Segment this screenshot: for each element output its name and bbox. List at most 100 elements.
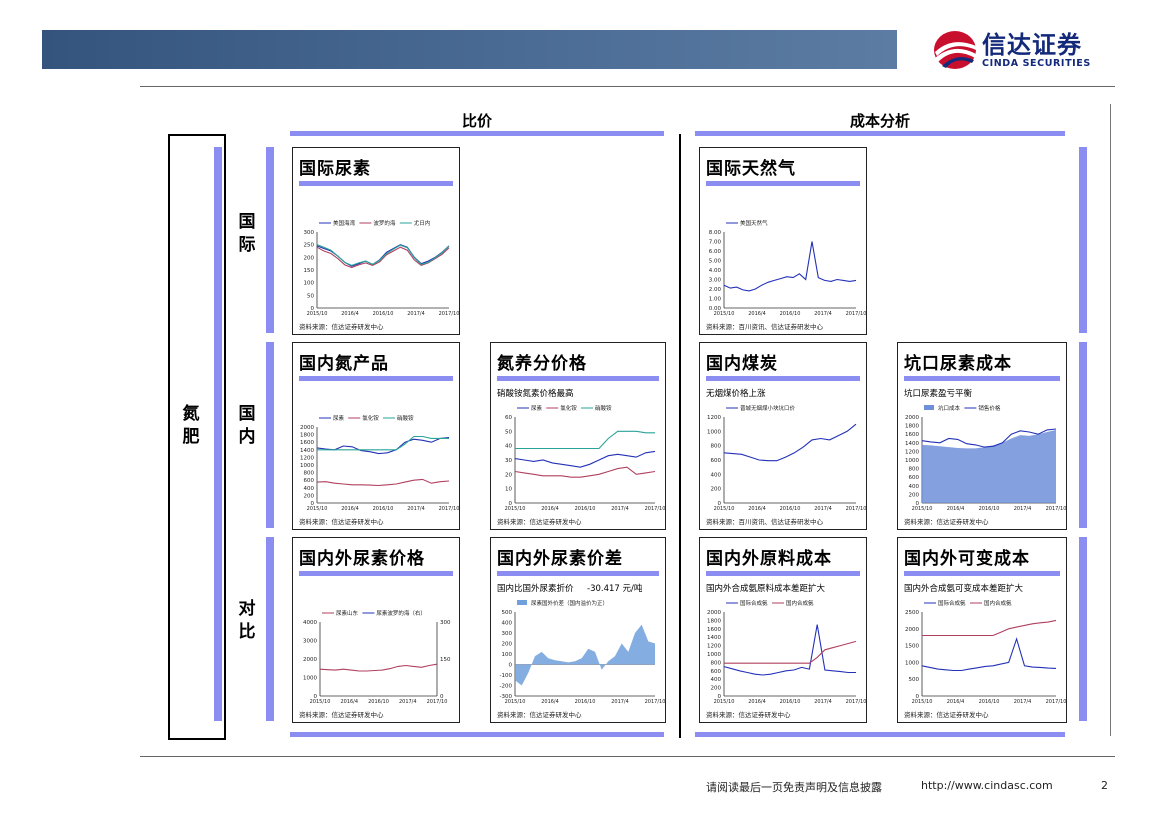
series-line — [724, 640, 857, 664]
series-line — [723, 624, 856, 676]
row3-accent-left — [266, 537, 274, 721]
x-tick-label: 2017/4 — [1014, 506, 1032, 512]
y-tick-label: 100 — [502, 652, 513, 658]
cinda-logo: 信达证券 CINDA SECURITIES — [932, 28, 1132, 73]
y-tick-label: 600 — [304, 478, 315, 484]
x-tick-label: 2016/4 — [541, 506, 559, 512]
row-label-domestic: 国内 — [238, 404, 256, 447]
series-line — [317, 435, 449, 451]
y-tick-label: 400 — [711, 677, 722, 683]
x-tick-label: 2015/10 — [714, 311, 735, 317]
series-line — [319, 663, 438, 672]
chart-svg: 晋城无烟煤小块坑口价0200400600800100012002015/10 20… — [707, 404, 866, 512]
y-tick-label: 2000 — [905, 415, 919, 421]
y-tick-label: 1000 — [707, 652, 721, 658]
x-tick-label: 2017/10 — [846, 699, 866, 705]
y-tick-label: 2500 — [905, 610, 919, 616]
y-tick-label: 4000 — [303, 620, 317, 626]
legend-label: 尿素国外价差（国内溢价为正） — [531, 599, 608, 607]
x-tick-label: 2016/4 — [748, 506, 766, 512]
x-tick-label: 2017/10 — [427, 699, 448, 705]
series-line — [723, 241, 857, 292]
panel-intl-urea: 国际尿素 资料来源：信达证券研发中心 美国海湾 波罗的海 尤日内 0 50 100 150 2… — [292, 147, 460, 335]
footer-url[interactable]: http://www.cindasc.com — [921, 779, 1053, 792]
legend-label: 硝酸铵 — [397, 414, 414, 422]
chart-svg: 国际合成氨 国内合成氨050010001500200025002015/10 201… — [905, 599, 1066, 705]
legend-label: 尿素 — [531, 404, 543, 412]
y-tick-label: 1600 — [300, 440, 314, 446]
panel-feedstock-cost: 国内外原料成本 国内外合成氨原料成本差距扩大 资料来源：信达证券研发中心 国际合… — [699, 537, 867, 723]
x-tick-label: 2017/4 — [611, 506, 629, 512]
section-bar-left — [290, 131, 664, 136]
y-tick-label: -200 — [500, 684, 513, 690]
legend-label: 尿素山东 — [336, 609, 359, 617]
x-tick-label: 2015/10 — [307, 506, 328, 512]
x-tick-label: 2017/4 — [407, 506, 425, 512]
y2-tick-label: 300 — [440, 620, 451, 626]
y-tick-label: 1.00 — [709, 297, 722, 303]
y-tick-label: 1000 — [300, 463, 314, 469]
bottom-rule — [140, 756, 1115, 757]
x-tick-label: 2017/4 — [814, 311, 832, 317]
series-line — [316, 437, 450, 455]
x-tick-label: 2016/10 — [979, 506, 1000, 512]
x-tick-label: 2016/4 — [748, 311, 766, 317]
x-tick-label: 2017/4 — [399, 699, 417, 705]
x-tick-label: 2016/4 — [541, 699, 559, 705]
y-tick-label: 1000 — [707, 429, 721, 435]
y-tick-label: 1000 — [905, 660, 919, 666]
chart-svg: 国际合成氨 国内合成氨020040060080010001200140016001… — [707, 599, 866, 705]
x-tick-label: 2017/10 — [439, 311, 459, 317]
x-tick-label: 2016/10 — [373, 506, 394, 512]
x-tick-label: 2016/10 — [780, 311, 801, 317]
panel-intl-natgas: 国际天然气 资料来源：百川资讯、信达证券研发中心 美国天然气 0.00 1.00 2.… — [699, 147, 867, 335]
y-tick-label: 1200 — [905, 449, 919, 455]
legend-label: 尿素波罗的海（右） — [376, 609, 426, 617]
section-bar-left-bottom — [290, 732, 664, 737]
y-tick-label: 200 — [304, 493, 315, 499]
x-tick-label: 2016/4 — [947, 506, 965, 512]
legend-label: 国际合成氨 — [740, 599, 768, 607]
x-tick-label: 2015/10 — [505, 699, 526, 705]
logo-cn-text: 信达证券 — [982, 31, 1082, 59]
cinda-logo-mark-icon — [934, 31, 976, 69]
y-tick-label: 150 — [304, 268, 315, 274]
y-tick-label: -100 — [500, 673, 513, 679]
x-tick-label: 2017/10 — [439, 506, 459, 512]
y-tick-label: 800 — [909, 467, 920, 473]
y-tick-label: 2000 — [303, 657, 317, 663]
y-tick-label: 1400 — [905, 441, 919, 447]
x-tick-label: 2017/10 — [645, 699, 665, 705]
y-tick-label: 800 — [711, 660, 722, 666]
row2-accent-left — [266, 342, 274, 528]
x-tick-label: 2017/4 — [814, 699, 832, 705]
x-tick-label: 2016/10 — [368, 699, 389, 705]
header-bar — [42, 30, 897, 69]
x-tick-label: 2015/10 — [714, 699, 735, 705]
x-tick-label: 2017/4 — [1014, 699, 1032, 705]
x-tick-label: 2016/10 — [780, 506, 801, 512]
y-tick-label: 1000 — [905, 458, 919, 464]
x-tick-label: 2016/4 — [341, 506, 359, 512]
panel-mine-urea-cost: 坑口尿素成本 坑口尿素盈亏平衡 资料来源：信达证券研发中心 坑口成本 销售价格 0 2… — [897, 342, 1067, 530]
y-tick-label: 6.00 — [709, 249, 722, 255]
x-tick-label: 2016/4 — [341, 311, 359, 317]
x-tick-label: 2017/10 — [1046, 506, 1066, 512]
legend-label: 氯化铵 — [362, 414, 379, 422]
y-tick-label: 600 — [711, 669, 722, 675]
y-tick-label: 4.00 — [709, 268, 722, 274]
panel-domestic-coal: 国内煤炭 无烟煤价格上涨 资料来源：百川资讯、信达证券研发中心 晋城无烟煤小块坑… — [699, 342, 867, 530]
category-label: 氮肥 — [182, 404, 200, 447]
y-tick-label: 500 — [909, 677, 920, 683]
legend-swatch — [517, 600, 527, 605]
legend-label: 美国海湾 — [333, 219, 356, 227]
y-tick-label: 200 — [711, 487, 722, 493]
series-line — [922, 619, 1057, 637]
legend-label: 坑口成本 — [938, 404, 961, 412]
y-tick-label: 1200 — [707, 644, 721, 650]
series-line — [723, 423, 857, 462]
chart-svg: 尿素 氯化铵 硝酸铵01020304050602015/10 2016/4 2016/1… — [505, 404, 665, 512]
y-tick-label: 400 — [304, 486, 315, 492]
chart-svg: 坑口成本 销售价格02004006008001000120014001600180… — [905, 404, 1066, 512]
x-tick-label: 2015/10 — [714, 506, 735, 512]
